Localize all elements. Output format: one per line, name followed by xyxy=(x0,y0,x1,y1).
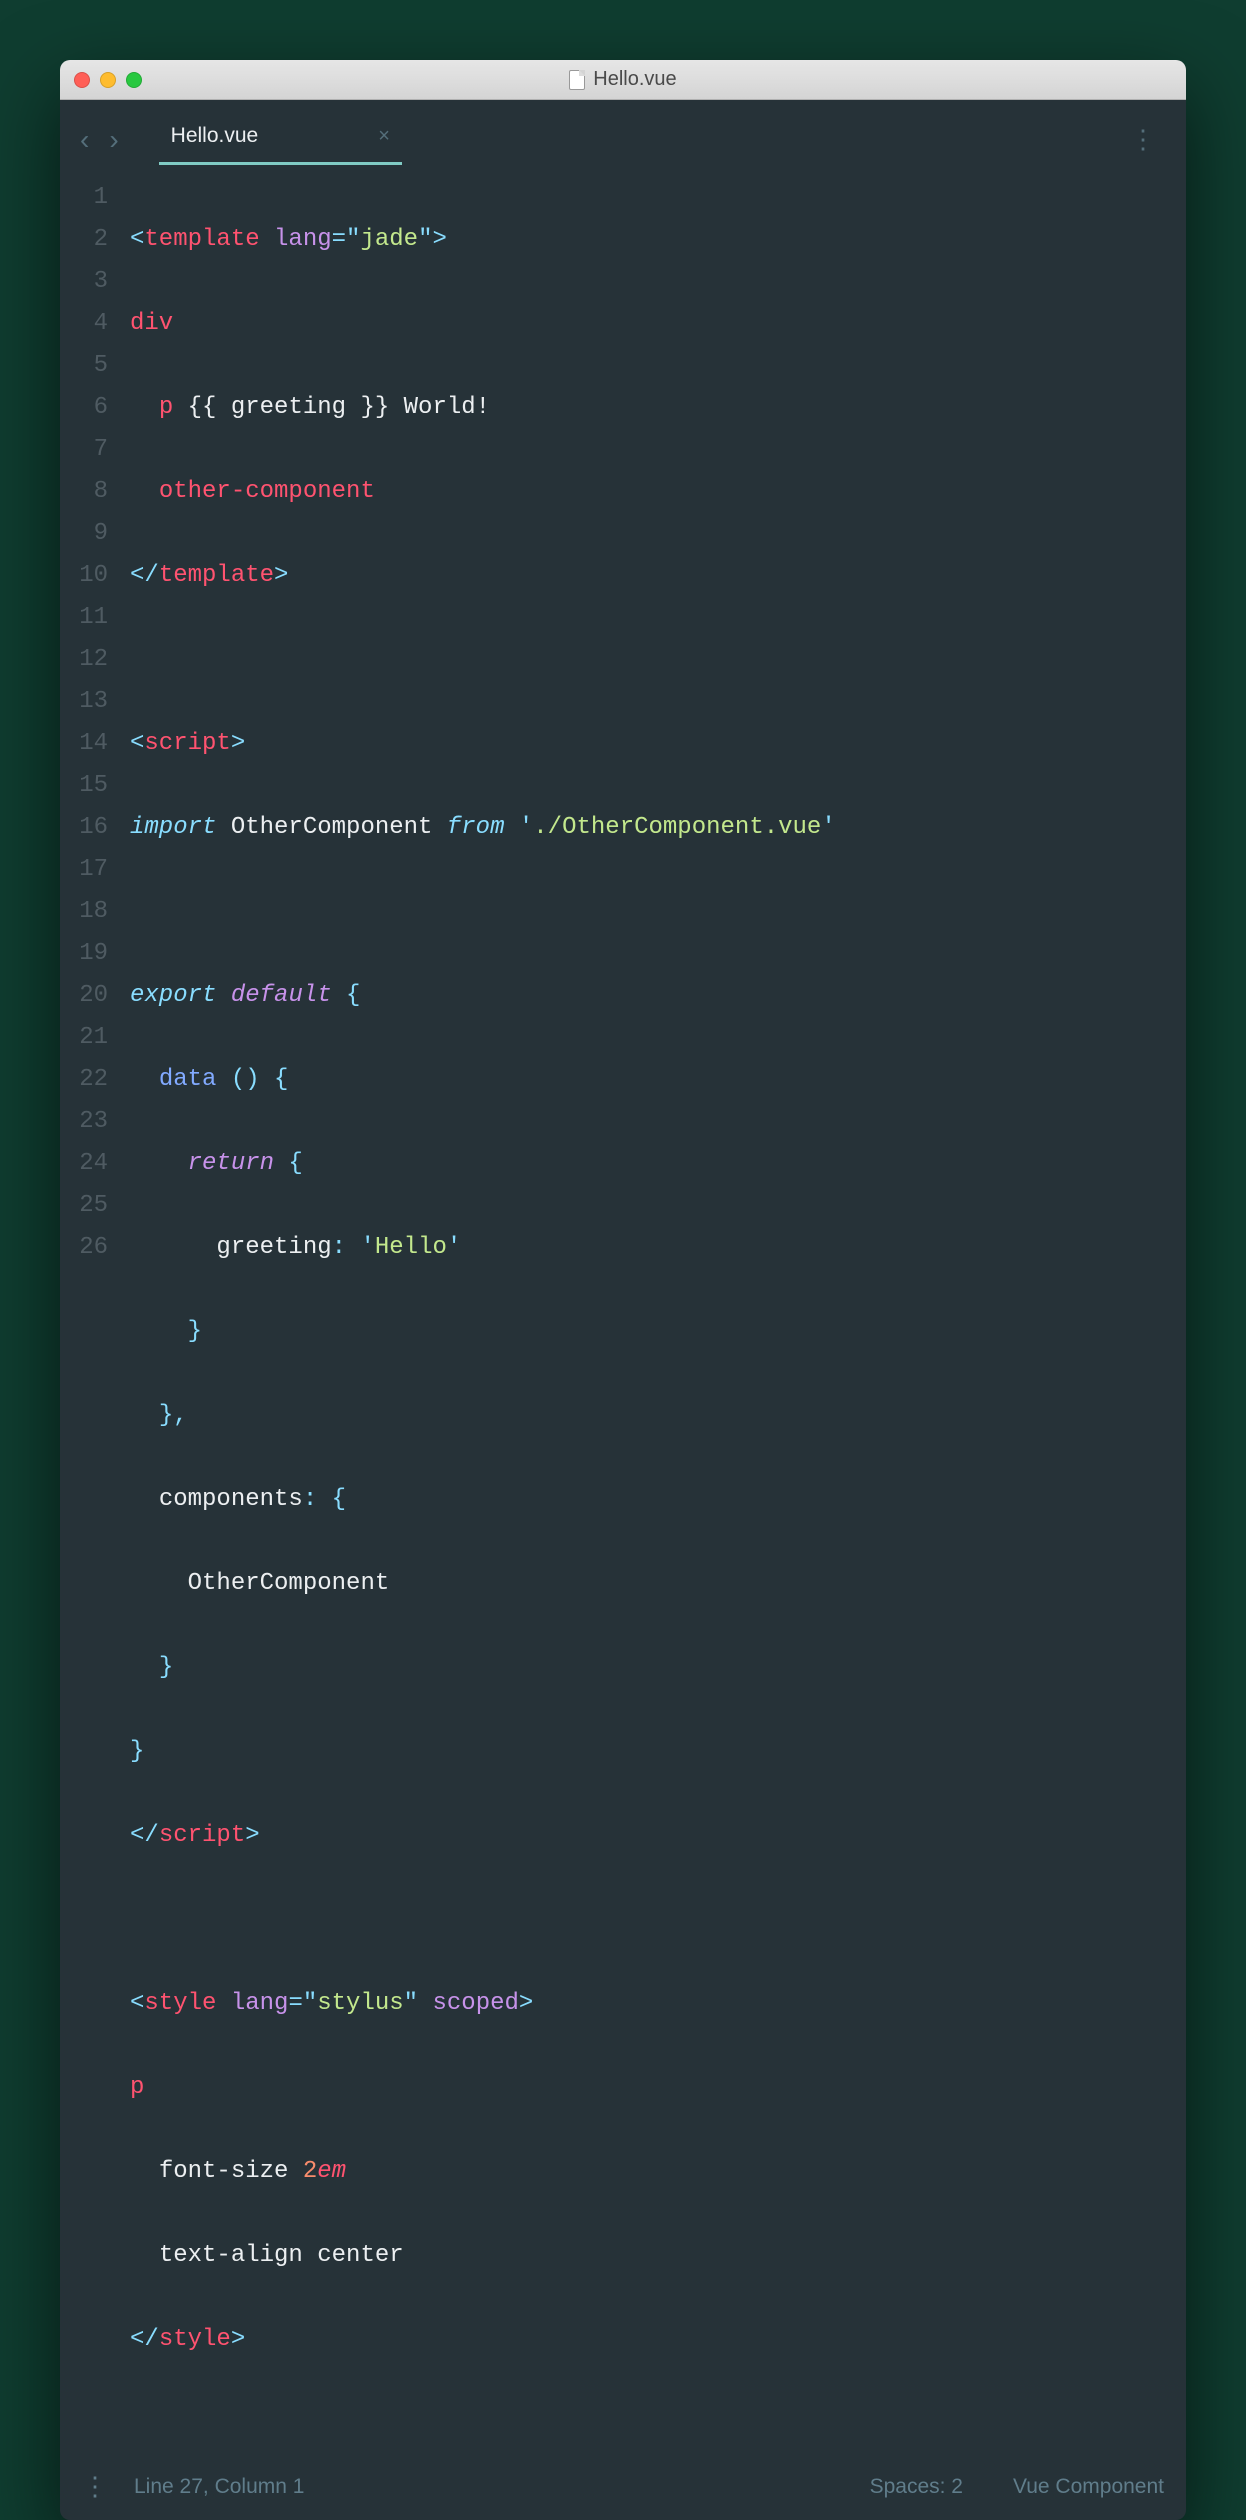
minimize-window-button[interactable] xyxy=(100,72,116,88)
code-line: import OtherComponent from './OtherCompo… xyxy=(130,807,1166,849)
code-line: other-component xyxy=(130,471,1166,513)
code-line: greeting: 'Hello' xyxy=(130,1227,1166,1269)
code-line: </template> xyxy=(130,555,1166,597)
code-editor[interactable]: 1 2 3 4 5 6 7 8 9 10 11 12 13 14 15 16 1… xyxy=(60,165,1186,2457)
code-line: <style lang="stylus" scoped> xyxy=(130,1983,1166,2025)
code-line: p {{ greeting }} World! xyxy=(130,387,1166,429)
line-gutter: 1 2 3 4 5 6 7 8 9 10 11 12 13 14 15 16 1… xyxy=(60,177,130,2445)
line-number: 22 xyxy=(74,1059,108,1101)
code-line: text-align center xyxy=(130,2235,1166,2277)
cursor-position[interactable]: Line 27, Column 1 xyxy=(134,2475,304,2499)
line-number: 25 xyxy=(74,1185,108,1227)
code-line xyxy=(130,1899,1166,1941)
line-number: 19 xyxy=(74,933,108,975)
tab-bar: ‹ › Hello.vue × ⋮ xyxy=(60,100,1186,165)
line-number: 15 xyxy=(74,765,108,807)
line-number: 21 xyxy=(74,1017,108,1059)
line-number: 4 xyxy=(74,303,108,345)
code-line: font-size 2em xyxy=(130,2151,1166,2193)
window-title: Hello.vue xyxy=(60,68,1186,91)
code-line: p xyxy=(130,2067,1166,2109)
line-number: 24 xyxy=(74,1143,108,1185)
forward-icon[interactable]: › xyxy=(109,124,118,156)
line-number: 1 xyxy=(74,177,108,219)
line-number: 3 xyxy=(74,261,108,303)
line-number: 8 xyxy=(74,471,108,513)
nav-arrows: ‹ › xyxy=(80,124,119,156)
line-number: 6 xyxy=(74,387,108,429)
back-icon[interactable]: ‹ xyxy=(80,124,89,156)
code-line: </script> xyxy=(130,1815,1166,1857)
line-number: 23 xyxy=(74,1101,108,1143)
zoom-window-button[interactable] xyxy=(126,72,142,88)
window-title-text: Hello.vue xyxy=(593,68,676,91)
close-tab-icon[interactable]: × xyxy=(378,125,390,148)
line-number: 5 xyxy=(74,345,108,387)
line-number: 18 xyxy=(74,891,108,933)
code-line: div xyxy=(130,303,1166,345)
line-number: 26 xyxy=(74,1227,108,1269)
code-line: </style> xyxy=(130,2319,1166,2361)
code-line: <template lang="jade"> xyxy=(130,219,1166,261)
code-line xyxy=(130,891,1166,933)
code-line: return { xyxy=(130,1143,1166,1185)
line-number: 14 xyxy=(74,723,108,765)
line-number: 10 xyxy=(74,555,108,597)
status-bar: ⋮ Line 27, Column 1 Spaces: 2 Vue Compon… xyxy=(60,2457,1186,2520)
code-line: components: { xyxy=(130,1479,1166,1521)
line-number: 2 xyxy=(74,219,108,261)
indentation-setting[interactable]: Spaces: 2 xyxy=(870,2475,963,2499)
code-content[interactable]: <template lang="jade"> div p {{ greeting… xyxy=(130,177,1186,2445)
code-line: OtherComponent xyxy=(130,1563,1166,1605)
tab-overflow-icon[interactable]: ⋮ xyxy=(1120,124,1166,155)
status-menu-icon[interactable]: ⋮ xyxy=(82,2471,108,2502)
line-number: 16 xyxy=(74,807,108,849)
line-number: 17 xyxy=(74,849,108,891)
line-number: 7 xyxy=(74,429,108,471)
line-number: 9 xyxy=(74,513,108,555)
line-number: 11 xyxy=(74,597,108,639)
close-window-button[interactable] xyxy=(74,72,90,88)
code-line: }, xyxy=(130,1395,1166,1437)
tab-label: Hello.vue xyxy=(171,124,259,148)
code-line: <script> xyxy=(130,723,1166,765)
code-line: } xyxy=(130,1647,1166,1689)
code-line xyxy=(130,639,1166,681)
file-icon xyxy=(569,70,585,90)
line-number: 20 xyxy=(74,975,108,1017)
tab-hello-vue[interactable]: Hello.vue × xyxy=(159,114,402,165)
language-mode[interactable]: Vue Component xyxy=(1013,2475,1164,2499)
editor-window: Hello.vue ‹ › Hello.vue × ⋮ 1 2 3 4 5 6 … xyxy=(60,60,1186,2520)
code-line: data () { xyxy=(130,1059,1166,1101)
titlebar: Hello.vue xyxy=(60,60,1186,100)
line-number: 12 xyxy=(74,639,108,681)
code-line: } xyxy=(130,1311,1166,1353)
line-number: 13 xyxy=(74,681,108,723)
traffic-lights xyxy=(74,72,142,88)
code-line: } xyxy=(130,1731,1166,1773)
code-line: export default { xyxy=(130,975,1166,1017)
